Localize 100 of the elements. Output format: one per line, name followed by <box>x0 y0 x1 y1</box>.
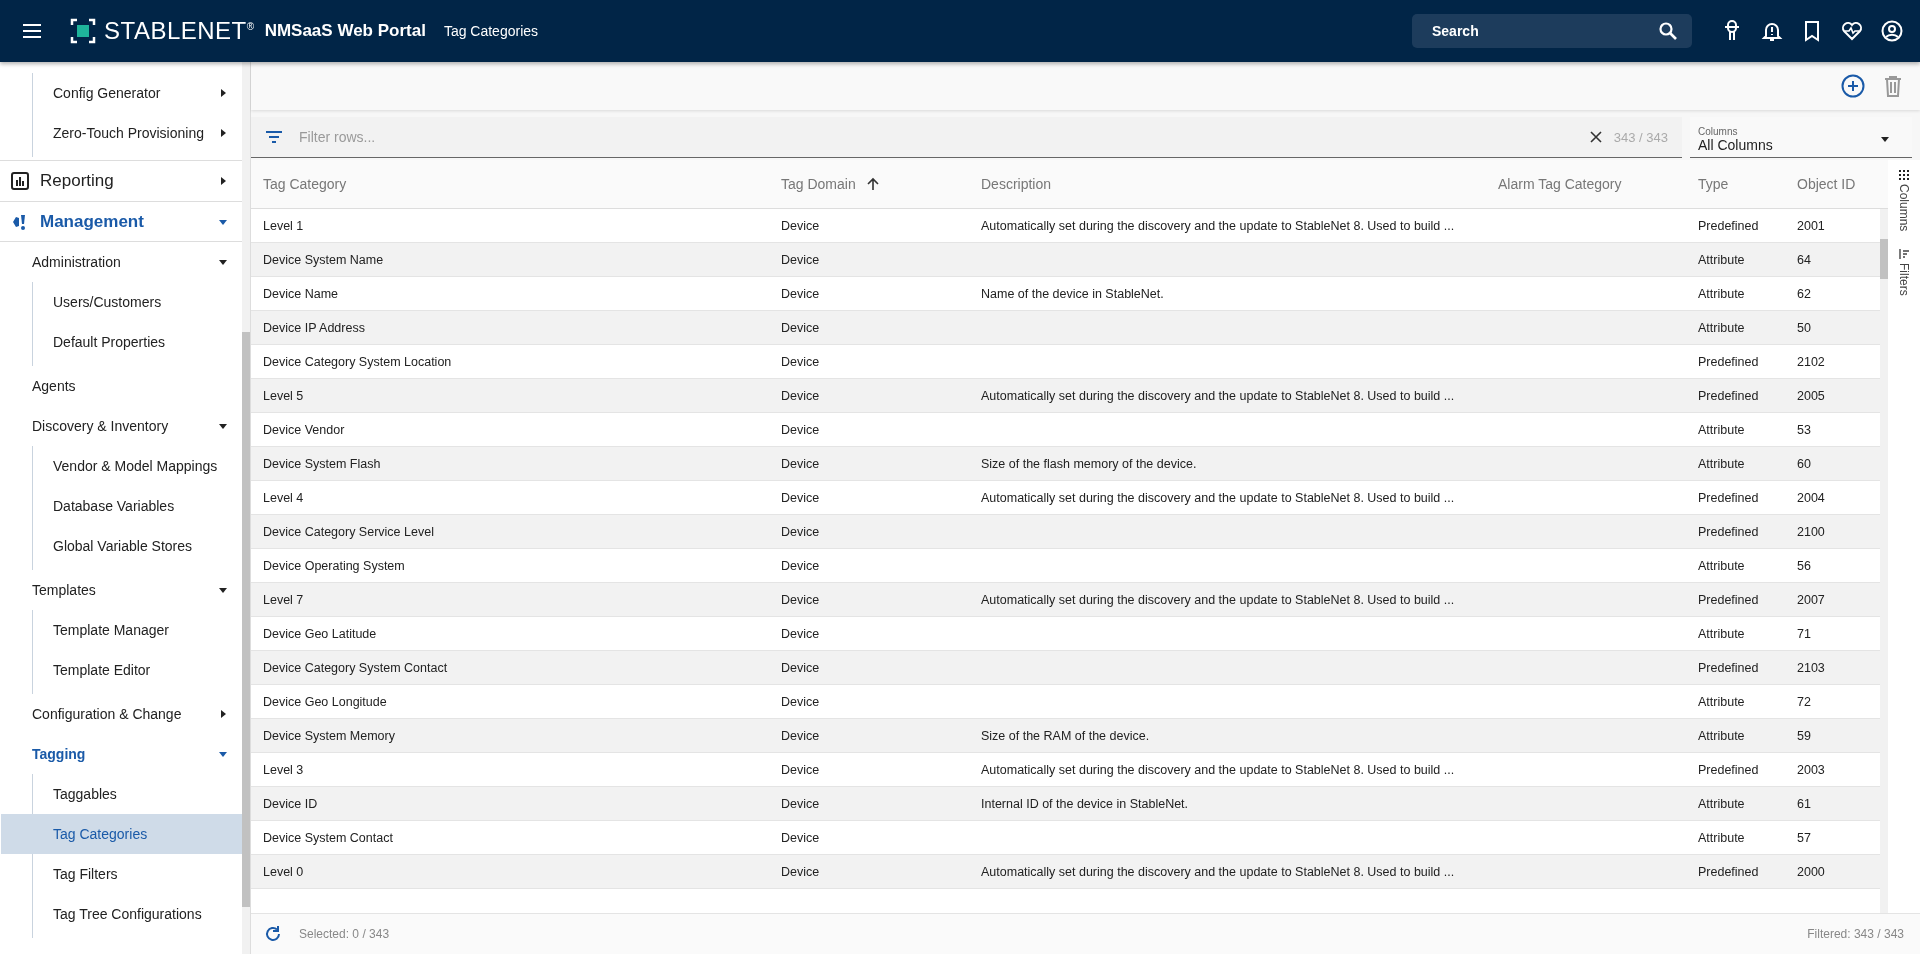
sidebar-item[interactable]: Users/Customers <box>1 282 242 322</box>
table-cell-text: Device Geo Longitude <box>262 694 388 709</box>
account-icon[interactable] <box>1880 19 1904 43</box>
row-count: 343 / 343 <box>1613 129 1668 145</box>
table-cell-text: Attribute <box>1697 252 1746 267</box>
table-cell-text: 50 <box>1796 320 1812 335</box>
table-cell-text: Attribute <box>1697 728 1746 743</box>
page-title: Tag Categories <box>443 23 539 39</box>
brand-name: STABLENET$^{®}$ <box>104 17 255 45</box>
table-cell-text: Attribute <box>1697 694 1746 709</box>
sidebar-group[interactable]: Discovery & Inventory <box>0 406 242 446</box>
table-cell-text: Device Name <box>262 286 340 301</box>
scrollbar[interactable] <box>242 62 250 954</box>
sidebar-section[interactable]: Reporting <box>0 160 242 201</box>
table-cell-text: 2004 <box>1796 490 1826 505</box>
scrollbar[interactable] <box>1880 209 1888 913</box>
search-input[interactable]: Search <box>1430 22 1658 40</box>
sidebar-item[interactable]: Database Variables <box>1 486 242 526</box>
table-cell-text: Predefined <box>1697 524 1760 539</box>
table-cell-text: Device Geo Latitude <box>262 626 378 641</box>
table-cell-text: Predefined <box>1697 660 1760 675</box>
table-cell-text: Device <box>780 422 821 437</box>
sidebar-item[interactable]: Global Variable Stores <box>1 526 242 566</box>
refresh-icon[interactable] <box>263 924 283 944</box>
column-header[interactable]: Tag Domain <box>769 176 969 192</box>
table-cell-text: 71 <box>1796 626 1812 641</box>
side-tab[interactable]: Columns <box>1897 170 1911 232</box>
column-header[interactable]: Tag Category <box>251 176 769 192</box>
table-cell-text: Level 1 <box>262 218 305 233</box>
sidebar-item[interactable]: Tag Categories <box>1 814 242 854</box>
grid-icon <box>1899 170 1909 180</box>
table-cell-text: Attribute <box>1697 626 1746 641</box>
table-cell-text: Device <box>780 286 821 301</box>
column-header[interactable]: Type <box>1686 176 1785 192</box>
table-cell-text: 2003 <box>1796 762 1826 777</box>
search-icon[interactable] <box>1658 21 1678 41</box>
sidebar-section[interactable]: Management <box>0 201 242 242</box>
table-cell-text: 61 <box>1796 796 1812 811</box>
filtered-count: Filtered: 343 / 343 <box>1807 927 1904 941</box>
table-cell-text: 64 <box>1796 252 1812 267</box>
search-field[interactable]: Search <box>1412 14 1692 48</box>
sidebar-group[interactable]: Configuration & Change <box>0 694 242 734</box>
sidebar-item[interactable]: Tag Tree Configurations <box>1 894 242 934</box>
table-cell-text: Attribute <box>1697 796 1746 811</box>
sidebar-item[interactable]: Tag Filters <box>1 854 242 894</box>
caret-icon <box>218 176 228 186</box>
sidebar-item[interactable]: Config Generator <box>1 73 242 113</box>
sidebar-group[interactable]: Tagging <box>0 734 242 774</box>
sidebar-item[interactable]: Template Manager <box>1 610 242 650</box>
table-cell-text: 53 <box>1796 422 1812 437</box>
sidebar-item[interactable]: Agents <box>0 366 242 406</box>
table-cell-text: Attribute <box>1697 456 1746 471</box>
table-cell-text: Predefined <box>1697 592 1760 607</box>
sidebar-item[interactable]: Vendor & Model Mappings <box>1 446 242 486</box>
caret-icon <box>218 709 228 719</box>
table-cell-text: Device <box>780 762 821 777</box>
table-cell-text: Size of the RAM of the device. <box>980 728 1151 743</box>
table-cell-text: 57 <box>1796 830 1812 845</box>
table-cell-text: Device <box>780 354 821 369</box>
caret-icon <box>218 257 228 267</box>
table-cell-text: 2100 <box>1796 524 1826 539</box>
sidebar-item[interactable]: Zero-Touch Provisioning <box>1 113 242 153</box>
table-cell-text: Device <box>780 694 821 709</box>
table-cell-text: Automatically set during the discovery and the update to StableNet 8. Used to build ... <box>980 490 1456 505</box>
column-header[interactable]: Alarm Tag Category <box>1486 176 1686 192</box>
bar-chart-icon <box>11 172 29 190</box>
column-header[interactable]: Description <box>969 176 1486 192</box>
table-cell-text: Automatically set during the discovery and the update to StableNet 8. Used to build ... <box>980 592 1456 607</box>
table-cell-text: Predefined <box>1697 864 1760 879</box>
column-header[interactable]: Object ID <box>1785 176 1888 192</box>
table-cell-text: Device Category System Contact <box>262 660 449 675</box>
table-cell-text: Device <box>780 864 821 879</box>
sidebar-item[interactable]: Default Properties <box>1 322 242 362</box>
caret-icon <box>1880 134 1890 144</box>
table-cell-text: 2000 <box>1796 864 1826 879</box>
table-cell-text: Device <box>780 626 821 641</box>
table-cell-text: Device <box>780 830 821 845</box>
caret-icon <box>218 128 228 138</box>
filter-icon[interactable] <box>265 130 283 144</box>
table-cell-text: Device <box>780 252 821 267</box>
sidebar-group[interactable]: Administration <box>0 242 242 282</box>
add-icon[interactable] <box>1840 73 1866 99</box>
table-cell-text: Automatically set during the discovery and the update to StableNet 8. Used to build ... <box>980 388 1456 403</box>
table-cell-text: Automatically set during the discovery and the update to StableNet 8. Used to build ... <box>980 218 1456 233</box>
caret-icon <box>218 88 228 98</box>
heart-pulse-icon[interactable] <box>1840 19 1864 43</box>
table-cell-text: 60 <box>1796 456 1812 471</box>
table-cell-text: Device Category Service Level <box>262 524 435 539</box>
side-tab[interactable]: Filters <box>1897 249 1911 297</box>
table-cell-text: Predefined <box>1697 218 1760 233</box>
sidebar-item[interactable]: Template Editor <box>1 650 242 690</box>
filter-input[interactable]: Filter rows... <box>297 128 1590 146</box>
table-cell-text: Predefined <box>1697 762 1760 777</box>
sidebar-group[interactable]: Templates <box>0 570 242 610</box>
table-cell-text: 2005 <box>1796 388 1826 403</box>
sidebar-item[interactable]: Taggables <box>1 774 242 814</box>
close-icon[interactable] <box>1589 131 1602 143</box>
table-cell-text: Attribute <box>1697 422 1746 437</box>
table-cell-text: 2001 <box>1796 218 1826 233</box>
selected-count: Selected: 0 / 343 <box>299 927 390 941</box>
